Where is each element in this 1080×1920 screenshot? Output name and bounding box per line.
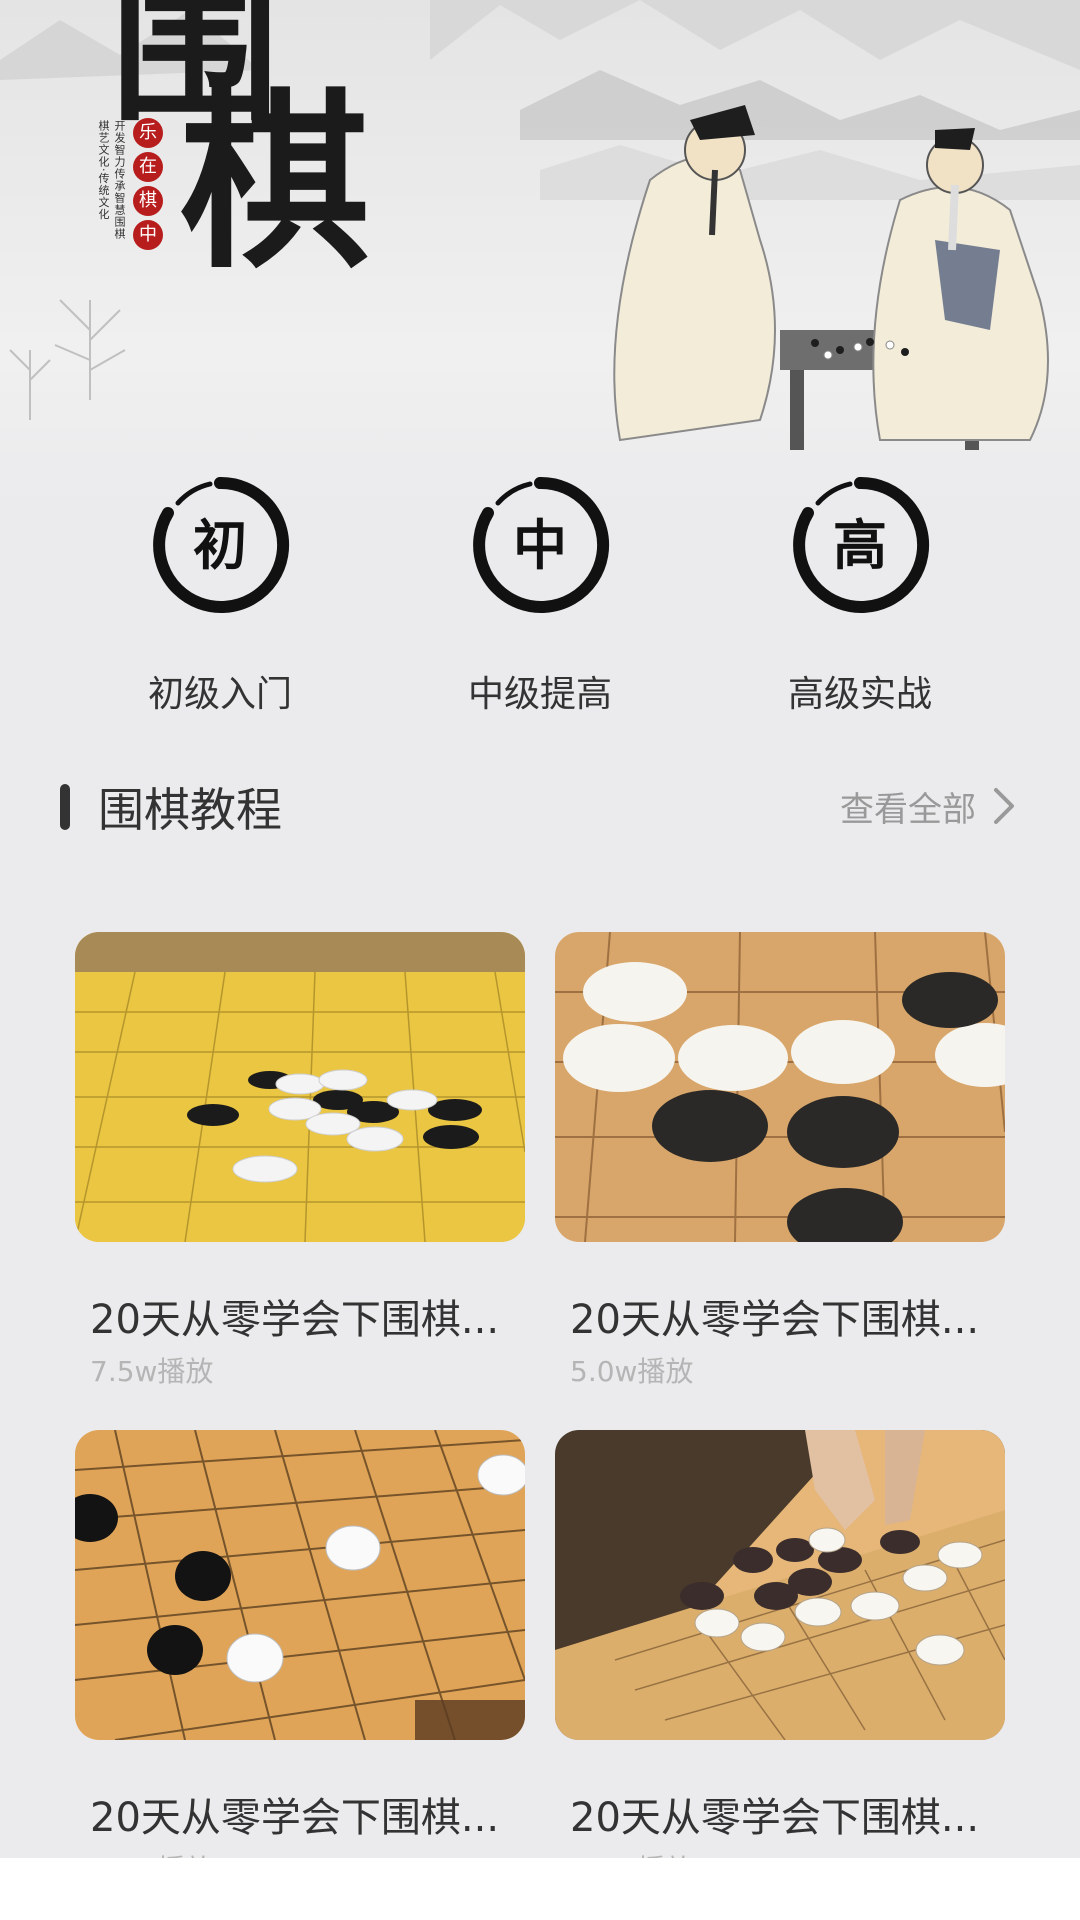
app-page: 围 棋 乐 在 棋 中 开发智力传承智慧围棋 棋艺文化·传统文化 初 初级入门 … xyxy=(0,0,1080,1920)
course-thumbnail xyxy=(75,1430,525,1740)
hero-banner: 围 棋 乐 在 棋 中 开发智力传承智慧围棋 棋艺文化·传统文化 xyxy=(0,0,1080,470)
course-card[interactable]: 20天从零学会下围棋... 7.5w播放 xyxy=(75,932,525,1392)
go-board-photo xyxy=(555,932,1005,1242)
go-board-photo xyxy=(75,932,525,1242)
level-char: 初 xyxy=(193,513,247,577)
level-char: 中 xyxy=(513,513,567,577)
view-all-link[interactable]: 查看全部 xyxy=(840,778,1020,834)
course-thumbnail xyxy=(555,932,1005,1242)
course-title: 20天从零学会下围棋... xyxy=(90,1795,500,1841)
hero-vertical-text-1: 开发智力传承智慧围棋 xyxy=(113,120,126,240)
red-seal-column: 乐 在 棋 中 xyxy=(133,118,163,250)
course-card[interactable]: 20天从零学会下围棋... 6.0w播放 xyxy=(75,1430,525,1890)
seal-char: 在 xyxy=(133,152,163,182)
hero-title-char-2: 棋 xyxy=(180,71,371,294)
course-title: 20天从零学会下围棋... xyxy=(90,1297,500,1343)
section-header: 围棋教程 查看全部 xyxy=(0,770,1080,840)
course-play-count: 5.0w播放 xyxy=(570,1355,694,1388)
bottom-bar xyxy=(0,1858,1080,1920)
level-selector: 初 初级入门 中 中级提高 高 高级实战 xyxy=(0,475,1080,725)
level-label: 中级提高 xyxy=(467,674,612,715)
go-board-photo xyxy=(75,1430,525,1740)
course-title: 20天从零学会下围棋... xyxy=(570,1297,980,1343)
course-title: 20天从零学会下围棋... xyxy=(570,1795,980,1841)
course-card[interactable]: 20天从零学会下围棋... 8.3w播放 xyxy=(555,1430,1005,1890)
section-accent-bar xyxy=(60,784,70,830)
level-advanced-button[interactable]: 高 高级实战 xyxy=(760,475,960,725)
course-play-count: 7.5w播放 xyxy=(90,1355,214,1388)
section-title: 围棋教程 xyxy=(98,783,282,837)
level-label: 初级入门 xyxy=(147,674,292,715)
level-char: 高 xyxy=(833,513,887,577)
view-all-label: 查看全部 xyxy=(840,789,976,830)
seal-char: 乐 xyxy=(133,118,163,148)
seal-char: 中 xyxy=(133,220,163,250)
hero-vertical-text-2: 棋艺文化·传统文化 xyxy=(97,120,110,221)
level-label: 高级实战 xyxy=(787,674,932,715)
seal-char: 棋 xyxy=(133,186,163,216)
chevron-right-icon xyxy=(994,788,1014,824)
course-card[interactable]: 20天从零学会下围棋... 5.0w播放 xyxy=(555,932,1005,1392)
course-thumbnail xyxy=(75,932,525,1242)
level-beginner-button[interactable]: 初 初级入门 xyxy=(120,475,320,725)
go-board-photo xyxy=(555,1430,1005,1740)
level-intermediate-button[interactable]: 中 中级提高 xyxy=(440,475,640,725)
course-thumbnail xyxy=(555,1430,1005,1740)
